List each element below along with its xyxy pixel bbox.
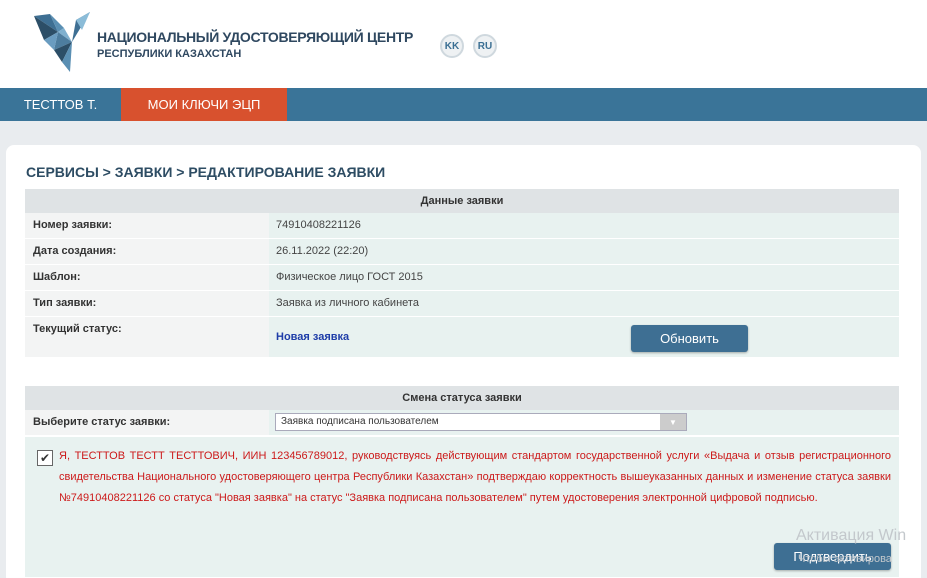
nav-my-keys[interactable]: МОИ КЛЮЧИ ЭЦП	[121, 88, 287, 121]
row-label: Текущий статус:	[25, 317, 269, 357]
row-template: Шаблон: Физическое лицо ГОСТ 2015	[25, 265, 899, 291]
row-request-type: Тип заявки: Заявка из личного кабинета	[25, 291, 899, 317]
status-change-section-header: Смена статуса заявки	[25, 386, 899, 410]
activation-watermark: Активация Win	[796, 527, 907, 544]
row-value: Физическое лицо ГОСТ 2015	[269, 265, 899, 290]
status-select[interactable]: Заявка подписана пользователем ▼	[275, 413, 687, 431]
status-select-value: Заявка подписана пользователем	[281, 416, 439, 427]
consent-checkbox[interactable]: ✔	[37, 450, 53, 466]
row-value: 26.11.2022 (22:20)	[269, 239, 899, 264]
row-value-container	[269, 317, 899, 357]
consent-text: Я, ТЕСТТОВ ТЕСТТ ТЕСТТОВИЧ, ИИН 12345678…	[59, 450, 891, 504]
breadcrumb: СЕРВИСЫ > ЗАЯВКИ > РЕДАКТИРОВАНИЕ ЗАЯВКИ	[26, 164, 386, 180]
consent-panel: ✔ Я, ТЕСТТОВ ТЕСТТ ТЕСТТОВИЧ, ИИН 123456…	[25, 437, 899, 577]
row-label: Выберите статус заявки:	[25, 410, 269, 435]
current-status-value: Новая заявка	[276, 331, 350, 343]
lang-kk-button[interactable]: KK	[440, 34, 464, 58]
row-current-status: Текущий статус:	[25, 317, 899, 358]
row-label: Тип заявки:	[25, 291, 269, 316]
row-label: Дата создания:	[25, 239, 269, 264]
org-name: НАЦИОНАЛЬНЫЙ УДОСТОВЕРЯЮЩИЙ ЦЕНТР	[97, 29, 414, 45]
chevron-down-icon[interactable]: ▼	[660, 414, 686, 430]
update-button[interactable]: Обновить	[631, 325, 748, 352]
org-subtitle: РЕСПУБЛИКИ КАЗАХСТАН	[97, 48, 242, 60]
nav-user[interactable]: ТЕСТТОВ Т.	[0, 88, 121, 121]
row-value: Заявка из личного кабинета	[269, 291, 899, 316]
row-value: 74910408221126	[269, 213, 899, 238]
main-card: СЕРВИСЫ > ЗАЯВКИ > РЕДАКТИРОВАНИЕ ЗАЯВКИ…	[6, 145, 921, 578]
lang-ru-button[interactable]: RU	[473, 34, 497, 58]
row-created-date: Дата создания: 26.11.2022 (22:20)	[25, 239, 899, 265]
row-request-number: Номер заявки: 74910408221126	[25, 213, 899, 239]
activation-watermark-sub: Чтобы активирова	[798, 553, 892, 565]
nuc-logo-icon[interactable]	[32, 10, 92, 72]
top-nav: ТЕСТТОВ Т. МОИ КЛЮЧИ ЭЦП	[0, 88, 927, 121]
site-header: НАЦИОНАЛЬНЫЙ УДОСТОВЕРЯЮЩИЙ ЦЕНТР РЕСПУБ…	[0, 0, 927, 88]
request-section-header: Данные заявки	[25, 189, 899, 213]
row-label: Номер заявки:	[25, 213, 269, 238]
row-label: Шаблон:	[25, 265, 269, 290]
